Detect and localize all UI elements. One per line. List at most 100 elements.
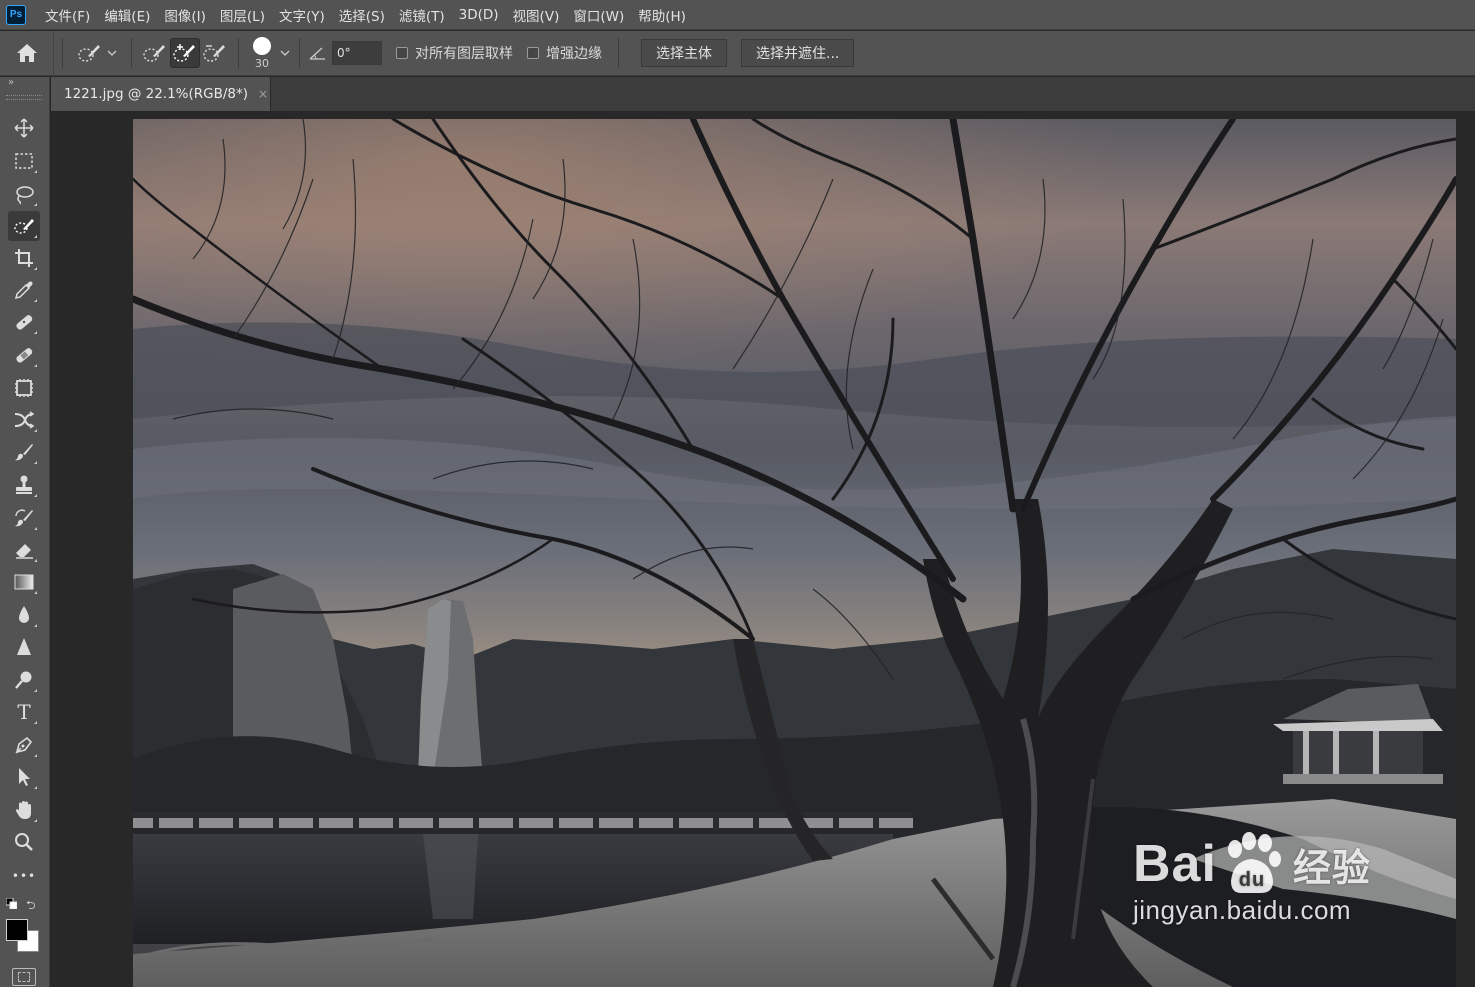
baidu-jingyan-watermark: Bai du 经验 jingyan.baidu.com xyxy=(1133,831,1371,926)
brush-tip-icon xyxy=(253,36,271,55)
clone-stamp-tool[interactable] xyxy=(8,470,40,500)
frame-tool[interactable] xyxy=(8,373,40,403)
move-icon xyxy=(14,118,34,138)
tool-group-indicator xyxy=(34,721,37,724)
crop-tool[interactable] xyxy=(8,243,40,273)
swap-colors-icon[interactable]: ⮌ xyxy=(26,896,36,917)
healing-brush-tool[interactable] xyxy=(8,340,40,370)
move-tool[interactable] xyxy=(8,113,40,143)
menu-file[interactable]: 文件(F) xyxy=(38,0,97,30)
svg-text:du: du xyxy=(1239,869,1265,891)
document-tab[interactable]: 1221.jpg @ 22.1%(RGB/8*) × xyxy=(51,77,271,111)
separator xyxy=(299,38,300,68)
checkbox-box[interactable] xyxy=(527,47,539,59)
foreground-color-swatch[interactable] xyxy=(6,919,28,941)
chevron-down-icon[interactable] xyxy=(279,49,291,57)
path-selection-tool[interactable] xyxy=(8,762,40,792)
tool-group-indicator xyxy=(34,819,37,822)
menu-select[interactable]: 选择(S) xyxy=(332,0,392,30)
separator xyxy=(131,38,132,68)
eyedropper-tool[interactable] xyxy=(8,275,40,305)
angle-input[interactable]: 0° xyxy=(332,41,382,65)
type-tool[interactable]: T xyxy=(8,697,40,727)
content-aware-move-tool[interactable] xyxy=(8,405,40,435)
marquee-icon xyxy=(15,153,33,169)
quick-mask-button[interactable] xyxy=(12,968,36,986)
baidu-paw-icon: du xyxy=(1227,832,1281,893)
collapse-toolbar-icon[interactable]: » xyxy=(8,77,14,88)
add-to-selection-button[interactable] xyxy=(170,38,200,68)
separator xyxy=(618,38,619,68)
select-subject-button[interactable]: 选择主体 xyxy=(641,39,727,67)
sample-all-layers-label: 对所有图层取样 xyxy=(415,46,513,62)
select-and-mask-button[interactable]: 选择并遮住... xyxy=(741,39,855,67)
tool-group-indicator xyxy=(34,331,37,334)
brush-tool[interactable] xyxy=(8,437,40,467)
brush-size-picker[interactable]: 30 xyxy=(247,36,277,70)
zoom-tool[interactable] xyxy=(8,827,40,857)
pen-tool[interactable] xyxy=(8,730,40,760)
toolbar-grip[interactable] xyxy=(6,95,42,100)
magnifier-icon xyxy=(15,833,33,851)
history-brush-icon xyxy=(15,509,33,527)
dodge-tool[interactable] xyxy=(8,665,40,695)
hand-tool[interactable] xyxy=(8,795,40,825)
menu-bar: Ps 文件(F) 编辑(E) 图像(I) 图层(L) 文字(Y) 选择(S) 滤… xyxy=(0,0,1475,30)
tool-group-indicator xyxy=(34,170,37,173)
rectangular-marquee-tool[interactable] xyxy=(8,146,40,176)
tool-group-indicator xyxy=(34,624,37,627)
crossing-arrows-icon xyxy=(14,411,35,429)
menu-image[interactable]: 图像(I) xyxy=(157,0,213,30)
tool-preset-picker[interactable] xyxy=(71,42,123,64)
tool-group-indicator xyxy=(34,591,37,594)
triangle-icon xyxy=(17,638,31,655)
menu-window[interactable]: 窗口(W) xyxy=(566,0,631,30)
checkbox-box[interactable] xyxy=(396,47,408,59)
quick-mask-icon xyxy=(18,972,30,982)
lasso-tool[interactable] xyxy=(8,179,40,209)
pen-icon xyxy=(15,736,33,754)
close-tab-icon[interactable]: × xyxy=(258,87,268,101)
stamp-icon xyxy=(16,475,32,494)
menu-type[interactable]: 文字(Y) xyxy=(272,0,332,30)
arrow-pointer-icon xyxy=(19,768,30,786)
document-canvas[interactable]: Bai du 经验 jingyan.baidu.com xyxy=(133,119,1456,987)
menu-layer[interactable]: 图层(L) xyxy=(213,0,272,30)
default-colors-icon[interactable] xyxy=(6,898,17,909)
watermark-brand-right: 经验 xyxy=(1292,847,1371,890)
eraser-tool[interactable] xyxy=(8,535,40,565)
quick-selection-preset-icon xyxy=(78,45,100,62)
menu-filter[interactable]: 滤镜(T) xyxy=(392,0,452,30)
document-tab-bar: 1221.jpg @ 22.1%(RGB/8*) × xyxy=(51,77,1475,111)
tool-group-indicator xyxy=(34,267,37,270)
photoshop-logo: Ps xyxy=(6,4,26,25)
document-tab-title: 1221.jpg @ 22.1%(RGB/8*) xyxy=(64,86,249,102)
quick-selection-icon xyxy=(14,219,34,234)
gradient-tool[interactable] xyxy=(8,567,40,597)
spot-healing-brush-tool[interactable] xyxy=(8,307,40,337)
edit-toolbar-button[interactable]: ••• xyxy=(8,861,40,891)
home-button[interactable] xyxy=(0,30,54,76)
tool-group-indicator xyxy=(34,559,37,562)
menu-3d[interactable]: 3D(D) xyxy=(452,0,506,30)
menu-view[interactable]: 视图(V) xyxy=(506,0,567,30)
tool-group-indicator xyxy=(34,235,37,238)
more-icon: ••• xyxy=(11,869,37,883)
dodge-icon xyxy=(15,671,32,689)
subtract-from-selection-button[interactable] xyxy=(200,38,230,68)
eyedropper-icon xyxy=(14,281,33,300)
tools-panel: » T ••• ⮌ xyxy=(0,77,50,987)
lasso-icon xyxy=(16,186,34,205)
sample-all-layers-checkbox[interactable]: 对所有图层取样 xyxy=(396,43,513,63)
enhance-edge-checkbox[interactable]: 增强边缘 xyxy=(527,43,602,63)
history-brush-tool[interactable] xyxy=(8,503,40,533)
sharpen-tool[interactable] xyxy=(8,632,40,662)
new-selection-button[interactable] xyxy=(140,38,170,68)
quick-selection-tool[interactable] xyxy=(8,211,40,241)
menu-edit[interactable]: 编辑(E) xyxy=(97,0,157,30)
hand-icon xyxy=(15,801,31,819)
blur-tool[interactable] xyxy=(8,600,40,630)
type-icon: T xyxy=(17,700,31,724)
menu-help[interactable]: 帮助(H) xyxy=(631,0,693,30)
tool-group-indicator xyxy=(34,364,37,367)
